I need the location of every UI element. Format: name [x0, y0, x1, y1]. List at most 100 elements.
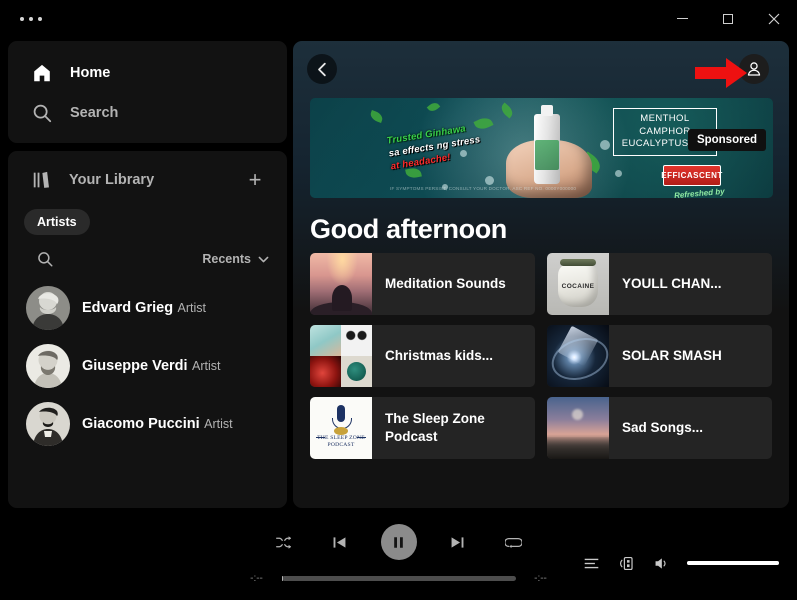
queue-button[interactable]	[580, 552, 602, 574]
volume-button[interactable]	[650, 552, 672, 574]
next-button[interactable]	[443, 527, 473, 557]
list-item-meta: Giacomo Puccini Artist	[82, 415, 233, 434]
connect-device-button[interactable]	[615, 552, 637, 574]
window-close-button[interactable]	[751, 0, 797, 37]
shuffle-button[interactable]	[269, 527, 299, 557]
card-artwork	[310, 253, 372, 315]
sidebar: Home Search Your Library + Artists Recen…	[8, 41, 287, 508]
sidebar-item-home[interactable]: Home	[8, 53, 287, 93]
microphone-icon	[332, 405, 352, 429]
dot	[38, 16, 42, 21]
library-icon	[30, 168, 54, 192]
ad-ingredient-line-1: MENTHOL	[640, 113, 690, 124]
card-title: YOULL CHAN...	[622, 276, 722, 291]
playback-progress: -:-- -:--	[0, 573, 797, 584]
shortcut-card-meditation-sounds[interactable]: Meditation Sounds	[310, 253, 535, 315]
card-artwork-text: THE SLEEP ZONE PODCAST	[310, 435, 372, 449]
play-pause-button[interactable]	[380, 524, 417, 560]
repeat-button[interactable]	[499, 527, 529, 557]
progress-fill	[281, 576, 283, 581]
overflow-dots-icon[interactable]	[20, 16, 42, 21]
library-list: Edvard Grieg Artist Giuseppe Verdi Artis…	[8, 277, 287, 508]
search-icon	[30, 101, 54, 125]
window-titlebar	[0, 0, 797, 37]
list-item[interactable]: Edvard Grieg Artist	[16, 279, 279, 337]
repeat-icon	[505, 537, 522, 548]
library-sort-button[interactable]: Recents	[202, 252, 269, 266]
ad-bubble-decoration	[615, 170, 622, 177]
list-item-meta: Edvard Grieg Artist	[82, 299, 206, 318]
shortcut-card-youll-chan[interactable]: COCAINE YOULL CHAN...	[547, 253, 772, 315]
list-item[interactable]: Giacomo Puccini Artist	[16, 395, 279, 453]
ad-bottle-label	[535, 140, 559, 170]
person-icon	[747, 62, 761, 76]
card-title: Sad Songs...	[622, 420, 704, 435]
sponsored-ad-banner[interactable]: Trusted Ginhawa sa effects ng stress at …	[310, 98, 773, 198]
spotify-window: Home Search Your Library + Artists Recen…	[0, 0, 797, 600]
ad-fine-print: IF SYMPTOMS PERSIST, CONSULT YOUR DOCTOR…	[390, 186, 577, 191]
card-artwork-text: COCAINE	[561, 283, 595, 290]
library-search-icon[interactable]	[34, 248, 56, 270]
library-panel: Your Library + Artists Recents Edvard Gr…	[8, 151, 287, 508]
back-button[interactable]	[307, 54, 337, 84]
filter-chip-artists[interactable]: Artists	[24, 209, 90, 235]
home-icon	[30, 61, 54, 85]
previous-button[interactable]	[325, 527, 355, 557]
add-to-library-button[interactable]: +	[241, 166, 269, 194]
sponsored-badge: Sponsored	[687, 129, 766, 151]
card-title: SOLAR SMASH	[622, 348, 722, 363]
minimize-icon	[676, 18, 688, 19]
chevron-down-icon	[258, 256, 269, 262]
ad-brand-logo: EFFICASCENT	[661, 165, 722, 186]
player-extra-controls	[580, 552, 779, 574]
maximize-icon	[723, 13, 733, 24]
list-item-subtitle: Artist	[177, 300, 206, 315]
profile-button[interactable]	[739, 54, 769, 84]
queue-icon	[584, 558, 598, 568]
card-title: The Sleep Zone Podcast	[385, 411, 485, 444]
avatar	[26, 402, 70, 446]
main-topbar	[293, 41, 789, 97]
ad-product-bottle	[534, 105, 560, 184]
list-item-meta: Giuseppe Verdi Artist	[82, 357, 221, 376]
progress-slider[interactable]	[281, 576, 516, 581]
shortcut-card-the-sleep-zone-podcast[interactable]: THE SLEEP ZONE PODCAST The Sleep Zone Po…	[310, 397, 535, 459]
shortcut-card-christmas-kids[interactable]: Christmas kids...	[310, 325, 535, 387]
close-icon	[768, 13, 780, 24]
library-title[interactable]: Your Library	[69, 172, 241, 188]
card-artwork: COCAINE	[547, 253, 609, 315]
elapsed-time: -:--	[250, 573, 263, 584]
player-bar: -:-- -:--	[0, 508, 797, 600]
shortcut-card-solar-smash[interactable]: SOLAR SMASH	[547, 325, 772, 387]
ad-bubble-decoration	[485, 176, 494, 185]
shuffle-icon	[276, 535, 292, 549]
sidebar-nav-panel: Home Search	[8, 41, 287, 143]
library-header: Your Library +	[8, 157, 287, 203]
library-tools: Recents	[8, 239, 287, 277]
shortcut-card-sad-songs[interactable]: Sad Songs...	[547, 397, 772, 459]
library-sort-label: Recents	[202, 252, 251, 266]
devices-icon	[619, 556, 633, 570]
collage-tile	[310, 325, 341, 356]
volume-slider[interactable]	[687, 561, 779, 565]
card-artwork: THE SLEEP ZONE PODCAST	[310, 397, 372, 459]
sidebar-item-search[interactable]: Search	[8, 93, 287, 133]
avatar	[26, 344, 70, 388]
chevron-left-icon	[317, 62, 326, 76]
collage-tile	[310, 356, 341, 387]
card-artwork-line-2: PODCAST	[327, 442, 355, 448]
collage-tile	[341, 325, 372, 356]
list-item[interactable]: Giuseppe Verdi Artist	[16, 337, 279, 395]
collage-tile	[341, 356, 372, 387]
card-artwork-line-1: THE SLEEP ZONE	[317, 435, 365, 441]
list-item-title: Edvard Grieg	[82, 299, 174, 316]
shortcut-card-grid: Meditation Sounds COCAINE YOULL CHAN... …	[293, 253, 789, 459]
sidebar-item-search-label: Search	[70, 105, 119, 121]
window-maximize-button[interactable]	[705, 0, 751, 37]
library-filter-chips: Artists	[8, 203, 287, 239]
card-title: Christmas kids...	[385, 348, 494, 363]
main-content: Trusted Ginhawa sa effects ng stress at …	[293, 41, 789, 508]
list-item-title: Giacomo Puccini	[82, 415, 200, 432]
window-minimize-button[interactable]	[659, 0, 705, 37]
list-item-subtitle: Artist	[204, 416, 233, 431]
